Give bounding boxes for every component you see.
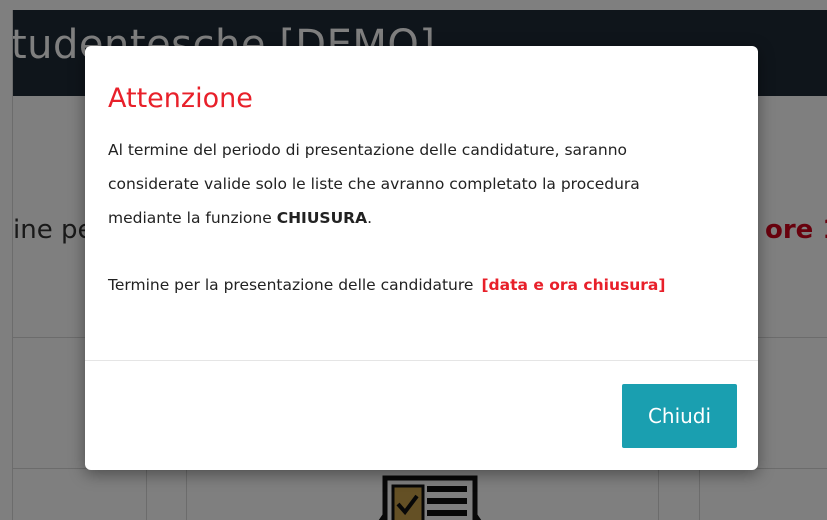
footer-divider [85, 360, 758, 361]
body-text: . [367, 209, 373, 227]
body-text: mediante la funzione [108, 209, 277, 227]
deadline-line: Termine per la presentazione delle candi… [108, 276, 665, 294]
deadline-label: Termine per la presentazione delle candi… [108, 276, 474, 294]
close-button[interactable]: Chiudi [622, 384, 737, 448]
chiusura-keyword: CHIUSURA [276, 209, 368, 227]
deadline-value: [data e ora chiusura] [481, 276, 666, 294]
body-line: Al termine del periodo di presentazione … [108, 141, 628, 159]
body-line: considerate valide solo le liste che avr… [108, 175, 640, 193]
attention-dialog: Attenzione Al termine del periodo di pre… [85, 46, 758, 470]
dialog-title: Attenzione [108, 83, 253, 114]
body-line: mediante la funzione CHIUSURA. [108, 201, 748, 235]
dialog-body: Al termine del periodo di presentazione … [108, 133, 748, 235]
